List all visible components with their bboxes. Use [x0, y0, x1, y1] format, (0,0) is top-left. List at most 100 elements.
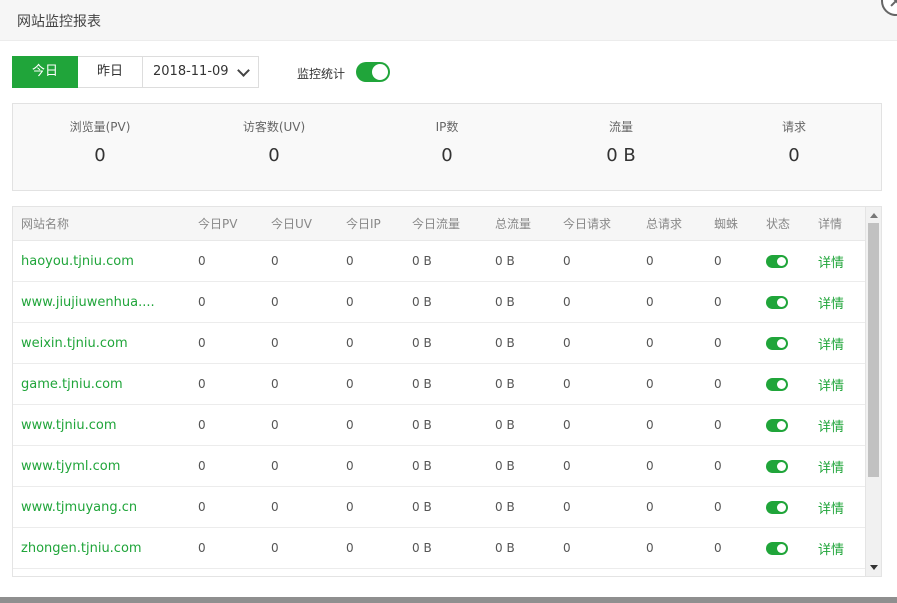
- detail-link[interactable]: 详情: [810, 363, 866, 405]
- col-header-detail: 详情: [810, 207, 866, 241]
- monitor-stats-toggle[interactable]: [356, 62, 390, 82]
- toggle-knob: [777, 256, 786, 266]
- detail-link[interactable]: 详情: [810, 281, 866, 323]
- col-header-flow[interactable]: 今日流量: [404, 207, 487, 241]
- detail-link[interactable]: 详情: [810, 322, 866, 364]
- toggle-knob: [777, 420, 786, 430]
- today-uv: 0: [263, 527, 338, 569]
- monitor-report-dialog: 网站监控报表 今日 昨日 2018-11-09 监控统计 浏览量(PV) 0 访…: [0, 0, 897, 597]
- today-uv: 0: [263, 404, 338, 446]
- total-flow: 0 B: [487, 363, 555, 405]
- col-header-status: 状态: [758, 207, 810, 241]
- today-ip: 0: [338, 281, 404, 323]
- dialog-header: 网站监控报表: [0, 0, 897, 41]
- detail-link[interactable]: 详情: [810, 527, 866, 569]
- status-toggle[interactable]: [766, 501, 788, 514]
- total-flow: 0 B: [487, 445, 555, 487]
- table-row: www.jiujiuwenhua.... 0 0 0 0 B 0 B 0 0 0…: [13, 281, 866, 323]
- scroll-down-arrow-icon[interactable]: [870, 565, 878, 570]
- total-flow: 0 B: [487, 486, 555, 528]
- chevron-down-icon: [237, 64, 250, 77]
- col-header-site[interactable]: 网站名称: [13, 207, 190, 241]
- today-requests: 0: [555, 527, 638, 569]
- status-cell: [758, 486, 810, 528]
- today-requests: 0: [555, 240, 638, 282]
- today-pv: 0: [190, 240, 263, 282]
- scroll-up-arrow-icon[interactable]: [870, 213, 878, 218]
- col-header-pv[interactable]: 今日PV: [190, 207, 263, 241]
- today-requests: 0: [555, 486, 638, 528]
- today-uv: 0: [263, 486, 338, 528]
- status-toggle[interactable]: [766, 255, 788, 268]
- summary-panel: 浏览量(PV) 0 访客数(UV) 0 IP数 0 流量 0 B 请求 0: [12, 103, 882, 191]
- today-flow: 0 B: [404, 240, 487, 282]
- spider-count: 0: [706, 404, 758, 446]
- table-row: www.tjmuyang.cn 0 0 0 0 B 0 B 0 0 0 详情: [13, 486, 866, 528]
- col-header-requests[interactable]: 今日请求: [555, 207, 638, 241]
- total-requests: 0: [638, 322, 706, 364]
- today-pv: 0: [190, 281, 263, 323]
- detail-link[interactable]: 详情: [810, 445, 866, 487]
- today-ip: 0: [338, 363, 404, 405]
- today-flow: 0 B: [404, 404, 487, 446]
- total-flow: 0 B: [487, 240, 555, 282]
- stat-label: 请求: [781, 120, 806, 134]
- date-value: 2018-11-09: [153, 64, 229, 79]
- status-toggle[interactable]: [766, 542, 788, 555]
- today-uv: 0: [263, 281, 338, 323]
- toggle-knob: [372, 64, 388, 80]
- today-button[interactable]: 今日: [12, 56, 78, 88]
- status-toggle[interactable]: [766, 296, 788, 309]
- status-cell: [758, 445, 810, 487]
- today-pv: 0: [190, 404, 263, 446]
- site-name-link[interactable]: www.tjyml.com: [13, 445, 190, 487]
- total-flow: 0 B: [487, 527, 555, 569]
- col-header-spider[interactable]: 蜘蛛: [706, 207, 758, 241]
- status-cell: [758, 281, 810, 323]
- detail-link[interactable]: 详情: [810, 404, 866, 446]
- table-scrollbar[interactable]: [865, 207, 881, 576]
- col-header-total-flow[interactable]: 总流量: [487, 207, 555, 241]
- col-header-total-requests[interactable]: 总请求: [638, 207, 706, 241]
- status-toggle[interactable]: [766, 337, 788, 350]
- today-uv: 0: [263, 322, 338, 364]
- stat-requests: 请求 0: [707, 104, 881, 166]
- site-name-link[interactable]: haoyou.tjniu.com: [13, 240, 190, 282]
- total-requests: 0: [638, 527, 706, 569]
- today-flow: 0 B: [404, 363, 487, 405]
- today-uv: 0: [263, 363, 338, 405]
- site-name-link[interactable]: www.tjmuyang.cn: [13, 486, 190, 528]
- today-flow: 0 B: [404, 322, 487, 364]
- site-name-link[interactable]: www.tjniu.com: [13, 404, 190, 446]
- yesterday-button[interactable]: 昨日: [78, 56, 143, 88]
- scroll-thumb[interactable]: [868, 223, 879, 477]
- spider-count: 0: [706, 363, 758, 405]
- site-name-link[interactable]: www.jiujiuwenhua....: [13, 281, 190, 323]
- status-toggle[interactable]: [766, 378, 788, 391]
- detail-link[interactable]: 详情: [810, 240, 866, 282]
- col-header-uv[interactable]: 今日UV: [263, 207, 338, 241]
- close-icon[interactable]: [881, 0, 897, 16]
- toggle-knob: [777, 502, 786, 512]
- spider-count: 0: [706, 445, 758, 487]
- date-select[interactable]: 2018-11-09: [143, 56, 259, 88]
- sites-table: 网站名称 今日PV 今日UV 今日IP 今日流量 总流量 今日请求 总请求 蜘蛛…: [13, 207, 866, 569]
- status-toggle[interactable]: [766, 460, 788, 473]
- site-name-link[interactable]: zhongen.tjniu.com: [13, 527, 190, 569]
- stat-value: 0: [441, 145, 453, 166]
- table-row: zhongen.tjniu.com 0 0 0 0 B 0 B 0 0 0 详情: [13, 527, 866, 569]
- stat-pv: 浏览量(PV) 0: [13, 104, 187, 166]
- table-row: game.tjniu.com 0 0 0 0 B 0 B 0 0 0 详情: [13, 363, 866, 405]
- site-name-link[interactable]: weixin.tjniu.com: [13, 322, 190, 364]
- toggle-knob: [777, 297, 786, 307]
- today-ip: 0: [338, 322, 404, 364]
- stat-flow: 流量 0 B: [534, 104, 708, 166]
- total-flow: 0 B: [487, 404, 555, 446]
- toggle-knob: [777, 543, 786, 553]
- site-name-link[interactable]: game.tjniu.com: [13, 363, 190, 405]
- status-cell: [758, 404, 810, 446]
- col-header-ip[interactable]: 今日IP: [338, 207, 404, 241]
- detail-link[interactable]: 详情: [810, 486, 866, 528]
- table-row: weixin.tjniu.com 0 0 0 0 B 0 B 0 0 0 详情: [13, 322, 866, 364]
- status-toggle[interactable]: [766, 419, 788, 432]
